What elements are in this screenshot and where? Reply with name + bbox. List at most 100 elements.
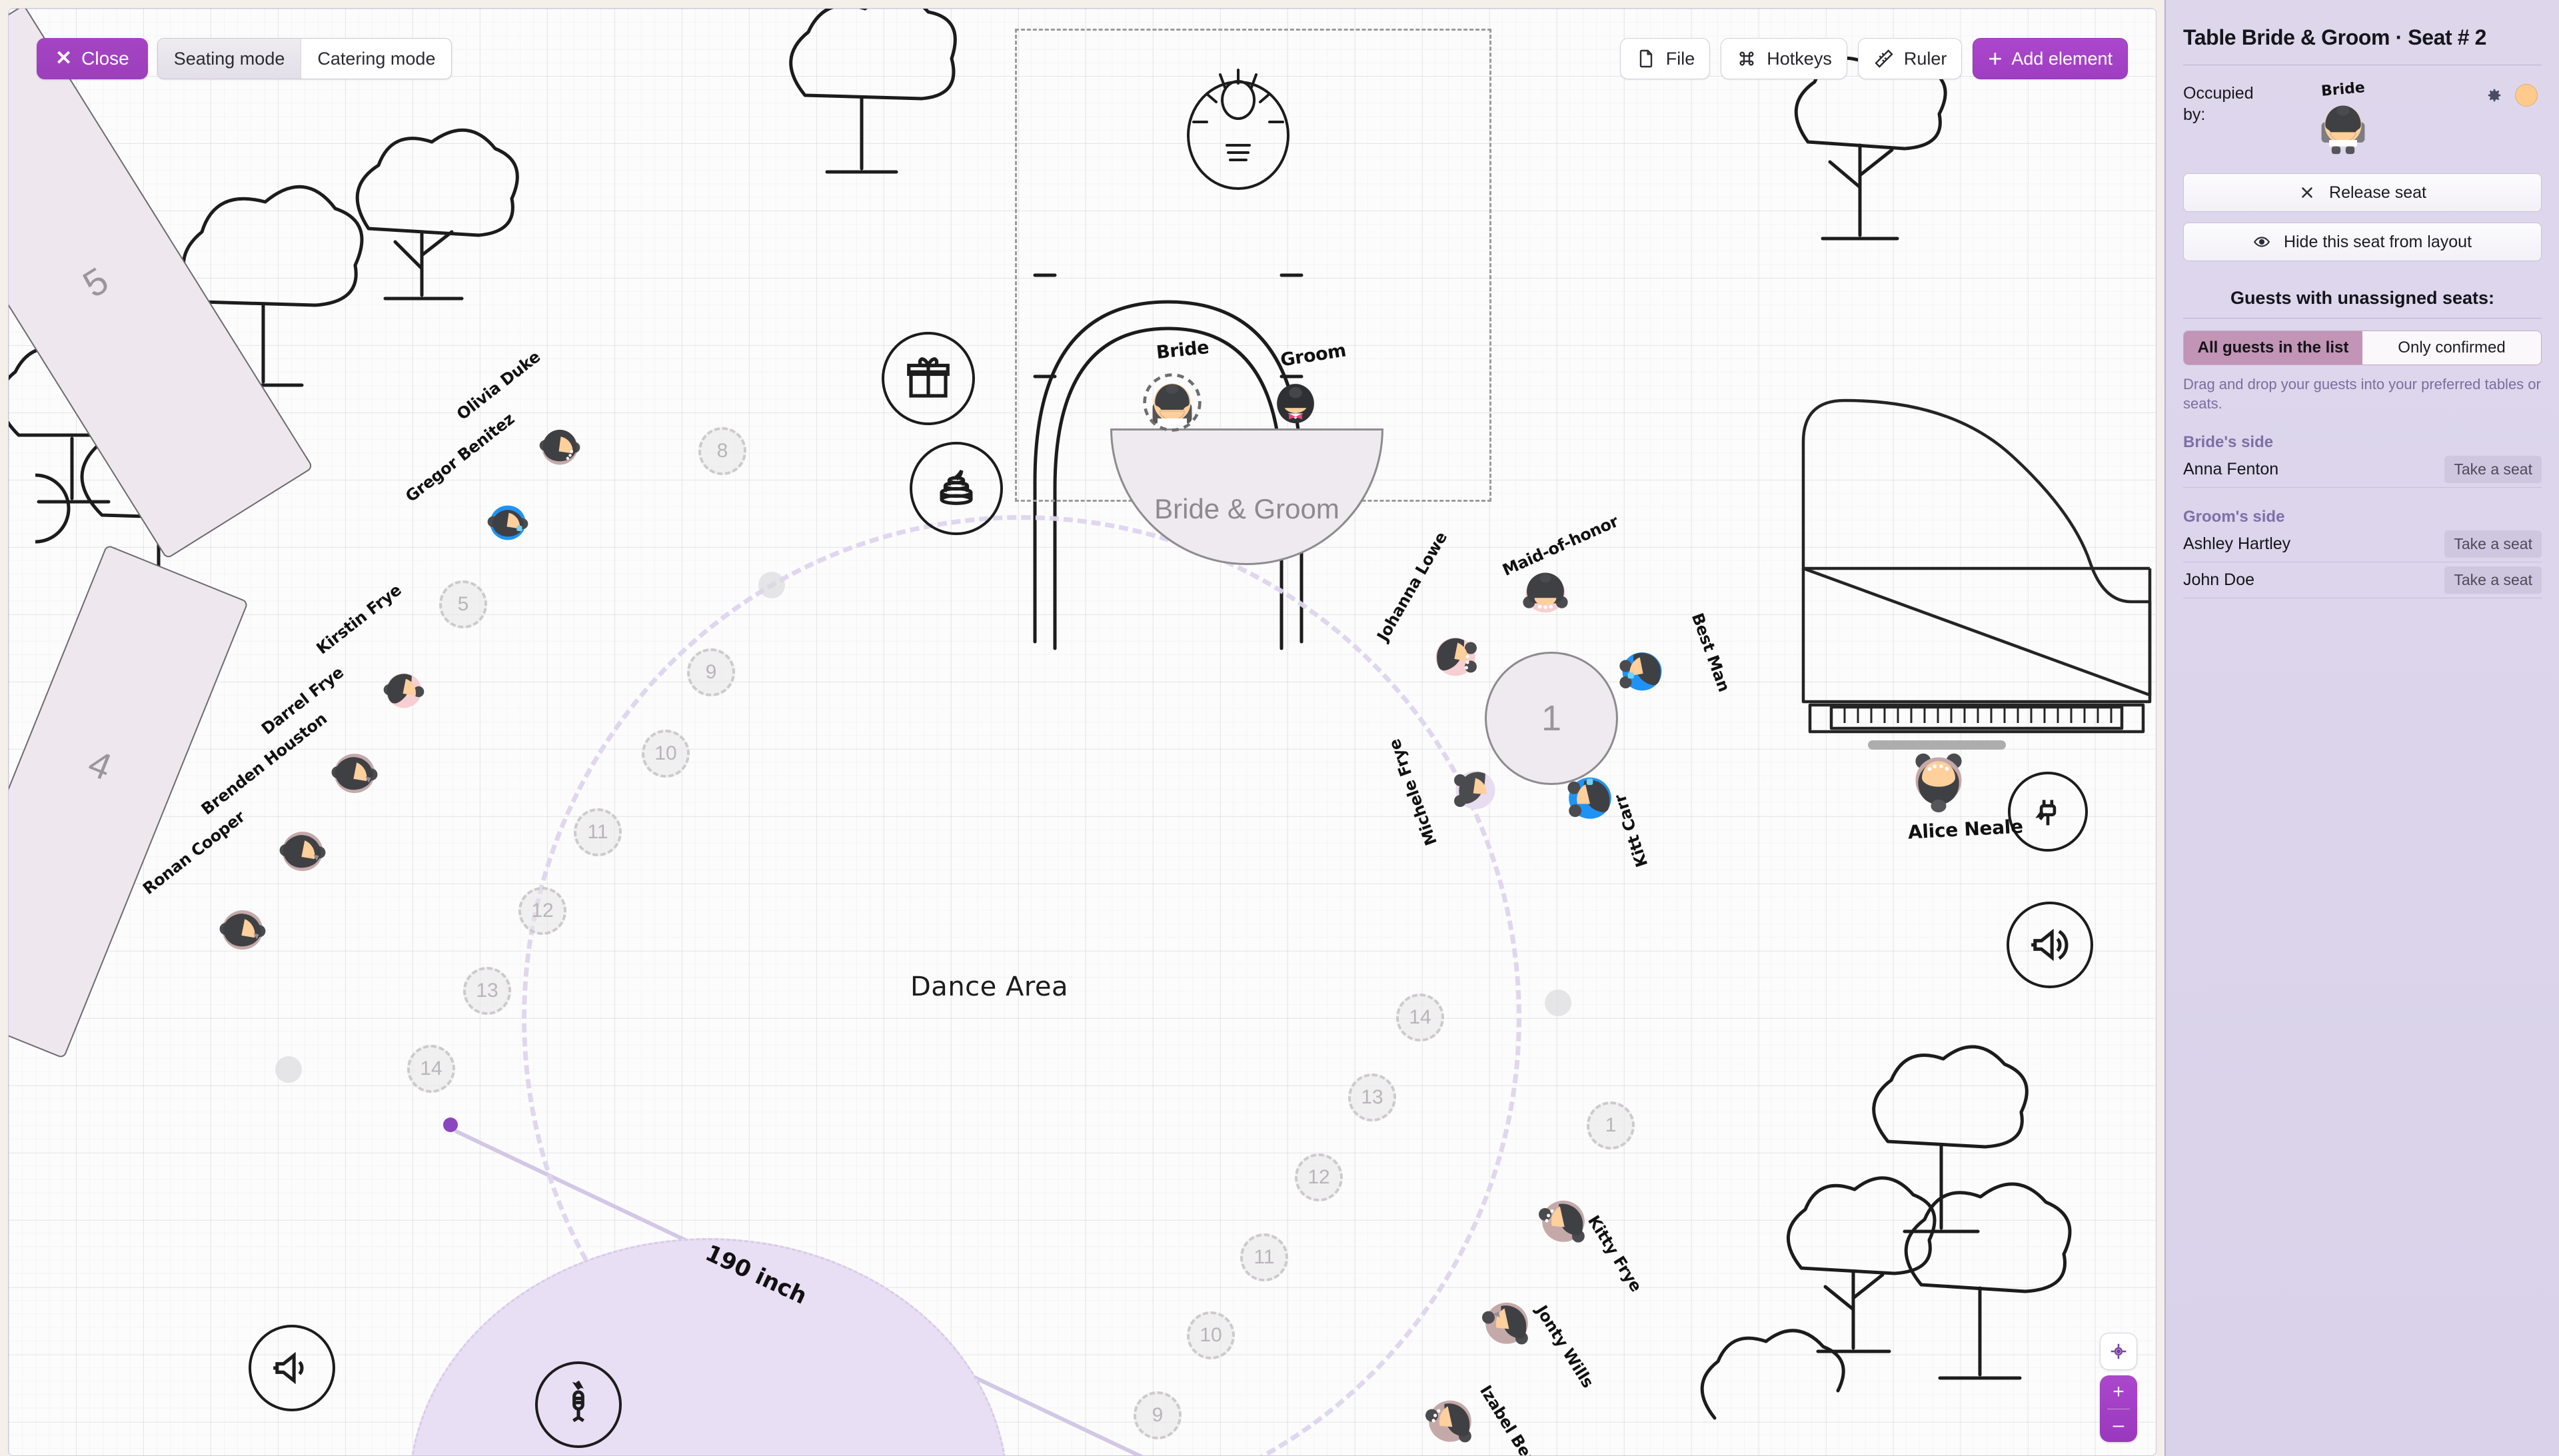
close-button[interactable]: ✕ Close [37, 38, 148, 79]
hide-seat-button[interactable]: Hide this seat from layout [2183, 223, 2542, 261]
seat-groom[interactable] [1268, 375, 1323, 430]
guest-avatar [1539, 1200, 1585, 1243]
guest-maid-of-honor[interactable] [1518, 565, 1573, 620]
add-element-button[interactable]: + Add element [1973, 38, 2128, 79]
cake-icon-button[interactable] [910, 442, 1003, 535]
tree-icon [1872, 1045, 2029, 1233]
gear-icon[interactable] [2483, 85, 2503, 105]
tab-catering-mode[interactable]: Catering mode [301, 39, 451, 79]
empty-seat[interactable]: 8 [698, 427, 746, 475]
left-toolbar: ✕ Close Seating mode Catering mode [37, 38, 452, 79]
drag-drop-hint: Drag and drop your guests into your pref… [2183, 376, 2541, 412]
seat-tools [2483, 84, 2538, 107]
guest-kitt-carr[interactable] [1561, 768, 1619, 826]
take-a-seat-button[interactable]: Take a seat [2444, 530, 2542, 558]
head-table-label: Bride & Groom [1154, 492, 1339, 524]
guest-jonty-wills[interactable] [1478, 1293, 1535, 1351]
ruler-start-handle[interactable] [443, 1117, 458, 1132]
tree-icon [789, 9, 957, 174]
empty-seat[interactable]: 12 [518, 887, 566, 935]
speaker-icon-button[interactable] [2007, 902, 2093, 988]
empty-seat[interactable]: 14 [1396, 994, 1444, 1042]
guest-kitty-frye[interactable] [1535, 1191, 1592, 1249]
hotkeys-button-label: Hotkeys [1767, 48, 1832, 69]
empty-seat[interactable]: 9 [1134, 1391, 1182, 1439]
guest-michele-frye[interactable] [1448, 762, 1503, 816]
empty-seat[interactable]: 10 [1187, 1311, 1235, 1359]
guest-avatar [331, 754, 378, 794]
zoom-out-button[interactable]: – [2100, 1409, 2137, 1443]
hotkeys-button[interactable]: Hotkeys [1721, 38, 1847, 79]
release-seat-button[interactable]: Release seat [2183, 173, 2542, 212]
guest-darrel-frye[interactable] [327, 745, 382, 800]
empty-seat[interactable]: 11 [1240, 1233, 1288, 1281]
anchor-dot[interactable] [1545, 990, 1571, 1016]
tree-icon [1700, 1329, 1845, 1420]
empty-seat[interactable]: 14 [407, 1045, 455, 1093]
floorplan-canvas[interactable]: ✕ Close Seating mode Catering mode File [8, 8, 2156, 1456]
empty-seat[interactable]: 11 [574, 808, 622, 856]
power-plug-icon-button[interactable] [2008, 772, 2088, 852]
gift-icon-button[interactable] [882, 332, 975, 425]
table-bride-and-groom[interactable]: Bride & Groom [1110, 428, 1383, 565]
ruler-button-label: Ruler [1903, 48, 1947, 69]
file-icon [1639, 49, 1652, 68]
ruler-icon [1875, 49, 1893, 68]
guest-avatar [539, 429, 580, 465]
ruler-button[interactable]: Ruler [1857, 38, 1963, 79]
take-a-seat-button[interactable]: Take a seat [2444, 566, 2542, 594]
guest-filter-toggle[interactable]: All guests in the list Only confirmed [2183, 331, 2542, 365]
speaker-icon-button[interactable] [249, 1325, 335, 1411]
guest-avatar [1915, 753, 1962, 813]
empty-seat[interactable]: 10 [642, 730, 690, 778]
mode-switch[interactable]: Seating mode Catering mode [157, 38, 452, 79]
anchor-dot[interactable] [275, 1056, 302, 1083]
list-item[interactable]: John Doe Take a seat [2183, 562, 2542, 599]
floorplan-canvas-area[interactable]: ✕ Close Seating mode Catering mode File [0, 0, 2164, 1456]
guest-name: John Doe [2183, 570, 2255, 590]
list-item[interactable]: Anna Fenton Take a seat [2183, 452, 2542, 488]
guest-avatar [383, 673, 425, 708]
plus-icon: + [1988, 44, 2003, 72]
recenter-button[interactable] [2100, 1333, 2137, 1370]
guest-best-man[interactable] [1615, 643, 1669, 698]
guest-johanna-lowe[interactable] [1428, 628, 1483, 683]
seat-color-swatch[interactable] [2515, 84, 2538, 107]
take-a-seat-button[interactable]: Take a seat [2444, 456, 2542, 484]
tab-seating-mode[interactable]: Seating mode [157, 39, 301, 79]
close-button-label: Close [81, 48, 129, 69]
file-button[interactable]: File [1619, 38, 1711, 79]
guest-avatar [487, 505, 528, 540]
guest-ronan-cooper[interactable] [215, 902, 270, 956]
seat-bride[interactable] [1142, 372, 1203, 433]
command-key-icon [1739, 51, 1754, 66]
empty-seat[interactable]: 12 [1295, 1153, 1343, 1201]
group-title-brides-side: Bride's side [2183, 433, 2274, 452]
occupant-avatar-block: Bride [2298, 79, 2388, 155]
guest-olivia-duke[interactable] [535, 422, 584, 471]
empty-seat[interactable]: 5 [439, 580, 487, 628]
guest-kirstin-frye[interactable] [379, 665, 428, 714]
table-1[interactable]: 1 [1485, 652, 1618, 785]
guest-izabel-bentley[interactable] [1421, 1391, 1479, 1449]
release-seat-label: Release seat [2329, 183, 2426, 202]
guest-avatar [1567, 777, 1611, 819]
bride-avatar [2321, 105, 2365, 155]
filter-all-guests[interactable]: All guests in the list [2184, 331, 2362, 364]
empty-seat[interactable]: 13 [1348, 1074, 1396, 1121]
empty-seat[interactable]: 13 [463, 967, 511, 1015]
guest-name: Anna Fenton [2183, 460, 2279, 479]
guest-avatar [219, 910, 266, 950]
filter-only-confirmed[interactable]: Only confirmed [2362, 331, 2541, 364]
zoom-in-button[interactable]: + [2100, 1375, 2137, 1409]
microphone-icon-button[interactable] [535, 1361, 622, 1448]
empty-seat[interactable]: 1 [1587, 1101, 1635, 1149]
guest-alice-neale[interactable] [1907, 748, 1971, 815]
file-button-label: File [1665, 48, 1695, 69]
anchor-dot[interactable] [758, 572, 785, 598]
guest-brenden-houston[interactable] [275, 823, 330, 878]
list-item[interactable]: Ashley Hartley Take a seat [2183, 526, 2542, 563]
guest-gregor-benitez[interactable] [483, 497, 532, 546]
zoom-controls[interactable]: + – [2100, 1375, 2137, 1442]
empty-seat[interactable]: 9 [687, 648, 735, 696]
